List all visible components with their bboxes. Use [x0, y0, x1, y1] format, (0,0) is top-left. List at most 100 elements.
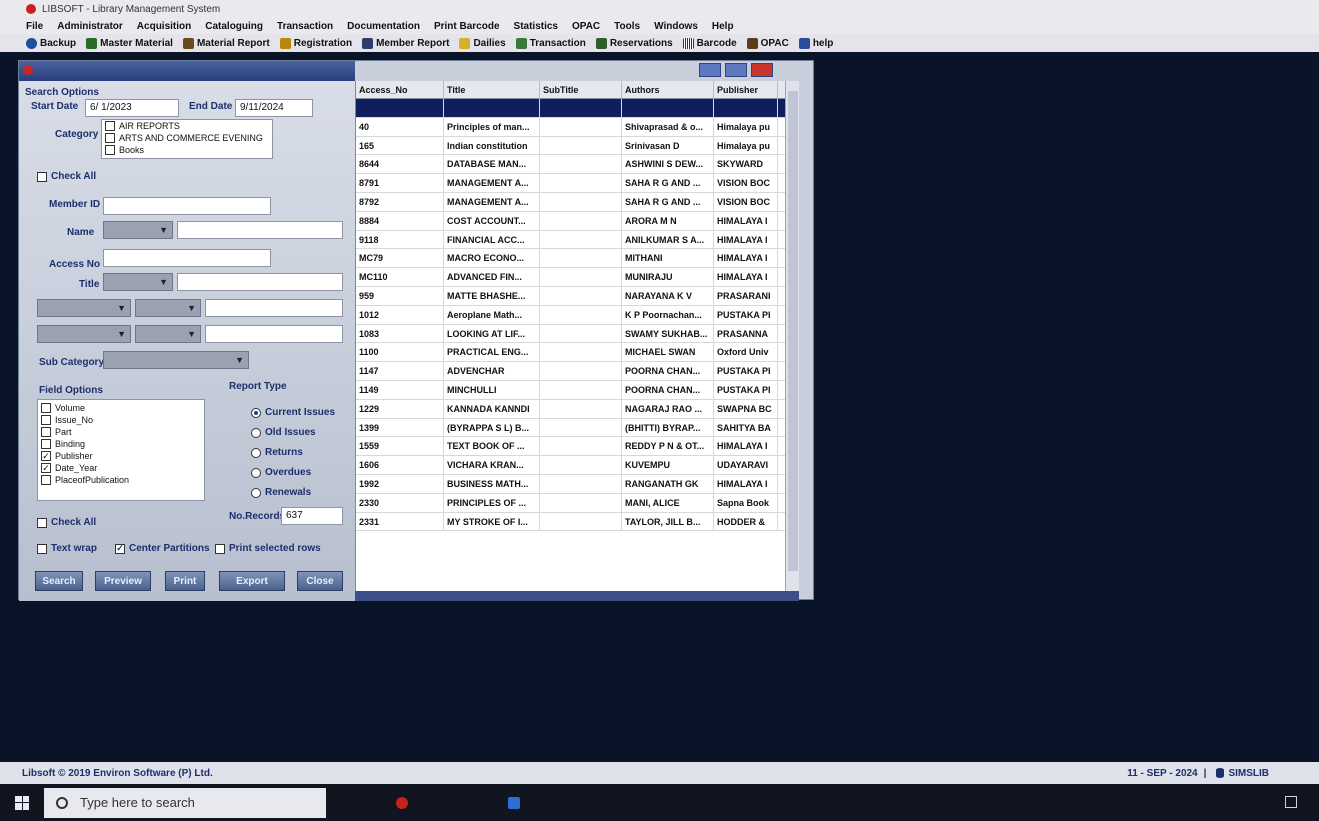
column-header-subtitle[interactable]: SubTitle	[540, 81, 622, 98]
radio[interactable]	[251, 487, 261, 498]
close-button[interactable]: Close	[297, 571, 343, 591]
table-row[interactable]: 8792 MANAGEMENT A... SAHA R G AND ... VISIO…	[356, 192, 785, 212]
menu-tools[interactable]: Tools	[614, 21, 640, 32]
member-id-field[interactable]	[103, 197, 271, 215]
toolbar-master-material-button[interactable]: Master Material	[86, 37, 173, 49]
report-type-old-issues[interactable]: Old Issues	[251, 427, 316, 438]
checkbox[interactable]	[41, 439, 51, 449]
column-header-publisher[interactable]: Publisher	[714, 81, 778, 98]
checkbox[interactable]	[105, 133, 115, 143]
print-button[interactable]: Print	[165, 571, 205, 591]
checkbox-checked[interactable]: ✓	[41, 451, 51, 461]
field-option-item[interactable]: PlaceofPublication	[38, 474, 204, 486]
table-row[interactable]: 9118 FINANCIAL ACC... ANILKUMAR S A... HIMA…	[356, 230, 785, 250]
radio[interactable]	[251, 447, 261, 458]
toolbar-reservations-button[interactable]: Reservations	[595, 37, 673, 49]
menu-documentation[interactable]: Documentation	[347, 21, 420, 32]
menu-cataloguing[interactable]: Cataloguing	[205, 21, 263, 32]
table-row[interactable]: 1992 BUSINESS MATH... RANGANATH GK HIMALAYA…	[356, 474, 785, 494]
preview-button[interactable]: Preview	[95, 571, 151, 591]
table-row[interactable]: 1229 KANNADA KANNDI NAGARAJ RAO ... SWAPNA …	[356, 399, 785, 419]
column-header-authors[interactable]: Authors	[622, 81, 714, 98]
menu-print-barcode[interactable]: Print Barcode	[434, 21, 500, 32]
check-all-category[interactable]: Check All	[37, 171, 96, 182]
table-row[interactable]: MC110 ADVANCED FIN... MUNIRAJU HIMALAYA I	[356, 268, 785, 287]
search-button[interactable]: Search	[35, 571, 83, 591]
table-row[interactable]: 1147 ADVENCHAR POORNA CHAN... PUSTAKA PI	[356, 362, 785, 381]
menu-file[interactable]: File	[26, 21, 43, 32]
checkbox[interactable]	[37, 517, 47, 528]
toolbar-help-button[interactable]: help	[798, 37, 833, 49]
check-all-fields[interactable]: Check All	[37, 517, 96, 528]
table-row[interactable]: 8644 DATABASE MAN... ASHWINI S DEW... SKYWA…	[356, 155, 785, 175]
checkbox[interactable]	[105, 145, 115, 155]
toolbar-barcode-button[interactable]: Barcode	[682, 37, 737, 49]
field-options-list[interactable]: Volume Issue_No Part Binding ✓ Publisher …	[37, 399, 205, 501]
sub-category-select[interactable]: ▼	[103, 351, 249, 369]
menu-opac[interactable]: OPAC	[572, 21, 600, 32]
center-partitions-option[interactable]: ✓ Center Partitions	[115, 543, 210, 554]
end-date-picker[interactable]: 9/11/2024	[235, 99, 313, 117]
column-header-title[interactable]: Title	[444, 81, 540, 98]
extra-field-select-2[interactable]: ▼	[37, 325, 131, 343]
checkbox[interactable]	[215, 543, 225, 554]
checkbox-checked[interactable]: ✓	[41, 463, 51, 473]
toolbar-transaction-button[interactable]: Transaction	[515, 37, 586, 49]
table-row[interactable]: 2331 MY STROKE OF I... TAYLOR, JILL B... HO…	[356, 512, 785, 532]
table-row[interactable]: 959 MATTE BHASHE... NARAYANA K V PRASARANI	[356, 286, 785, 306]
toolbar-registration-button[interactable]: Registration	[279, 37, 352, 49]
title-field[interactable]	[177, 273, 343, 291]
report-type-renewals[interactable]: Renewals	[251, 487, 311, 498]
checkbox[interactable]	[105, 121, 115, 131]
menu-help[interactable]: Help	[712, 21, 734, 32]
checkbox[interactable]	[37, 171, 47, 182]
start-date-picker[interactable]: 6/ 1/2023	[85, 99, 179, 117]
extra-operator-select-1[interactable]: ▼	[135, 299, 201, 317]
checkbox[interactable]	[37, 543, 47, 554]
taskbar-app-libsoft[interactable]	[396, 788, 496, 818]
report-type-returns[interactable]: Returns	[251, 447, 303, 458]
table-row[interactable]: 1012 Aeroplane Math... K P Poornachan... PU…	[356, 305, 785, 325]
minimize-icon[interactable]	[699, 63, 721, 77]
field-option-item[interactable]: Part	[38, 426, 204, 438]
toolbar-opac-button[interactable]: OPAC	[746, 37, 789, 49]
table-row[interactable]: 1399 (BYRAPPA S L) B... (BHITTI) BYRAP... S…	[356, 418, 785, 438]
menu-statistics[interactable]: Statistics	[514, 21, 558, 32]
taskbar-app-second[interactable]	[508, 788, 608, 818]
field-option-item[interactable]: ✓ Publisher	[38, 450, 204, 462]
radio-selected[interactable]	[251, 407, 261, 418]
table-row[interactable]: 1606 VICHARA KRAN... KUVEMPU UDAYARAVI	[356, 456, 785, 475]
column-header-access-no[interactable]: Access_No	[356, 81, 444, 98]
field-option-item[interactable]: Binding	[38, 438, 204, 450]
field-option-item[interactable]: Issue_No	[38, 414, 204, 426]
toolbar-backup-button[interactable]: Backup	[26, 37, 76, 49]
table-row[interactable]: 1149 MINCHULLI POORNA CHAN... PUSTAKA PI	[356, 380, 785, 400]
table-row[interactable]: 1559 TEXT BOOK OF ... REDDY P N & OT... HIM…	[356, 437, 785, 457]
category-item[interactable]: Books	[102, 144, 272, 156]
extra-value-field-2[interactable]	[205, 325, 343, 343]
results-grid[interactable]: Access_No Title SubTitle Authors Publish…	[355, 81, 785, 591]
radio[interactable]	[251, 427, 261, 438]
name-operator-select[interactable]: ▼	[103, 221, 173, 239]
extra-operator-select-2[interactable]: ▼	[135, 325, 201, 343]
category-list[interactable]: AIR REPORTS ARTS AND COMMERCE EVENING Bo…	[101, 119, 273, 159]
table-row[interactable]: MC79 MACRO ECONO... MITHANI HIMALAYA I	[356, 249, 785, 269]
checkbox[interactable]	[41, 475, 51, 485]
table-row[interactable]: 165 Indian constitution Srinivasan D Himala…	[356, 136, 785, 156]
notification-icon[interactable]	[1285, 796, 1297, 808]
toolbar-material-report-button[interactable]: Material Report	[182, 37, 270, 49]
text-wrap-option[interactable]: Text wrap	[37, 543, 97, 554]
field-option-item[interactable]: ✓ Date_Year	[38, 462, 204, 474]
extra-value-field-1[interactable]	[205, 299, 343, 317]
title-operator-select[interactable]: ▼	[103, 273, 173, 291]
table-row[interactable]: 2330 PRINCIPLES OF ... MANI, ALICE Sapna Bo…	[356, 493, 785, 513]
menu-acquisition[interactable]: Acquisition	[137, 21, 191, 32]
toolbar-member-report-button[interactable]: Member Report	[362, 37, 449, 49]
table-row[interactable]: 1100 PRACTICAL ENG... MICHAEL SWAN Oxford U…	[356, 343, 785, 363]
scroll-thumb[interactable]	[788, 91, 798, 571]
close-icon[interactable]	[751, 63, 773, 77]
menu-transaction[interactable]: Transaction	[277, 21, 333, 32]
table-row[interactable]: 1083 LOOKING AT LIF... SWAMY SUKHAB... PRAS…	[356, 324, 785, 344]
category-item[interactable]: ARTS AND COMMERCE EVENING	[102, 132, 272, 144]
table-row[interactable]: 8791 MANAGEMENT A... SAHA R G AND ... VISIO…	[356, 174, 785, 193]
